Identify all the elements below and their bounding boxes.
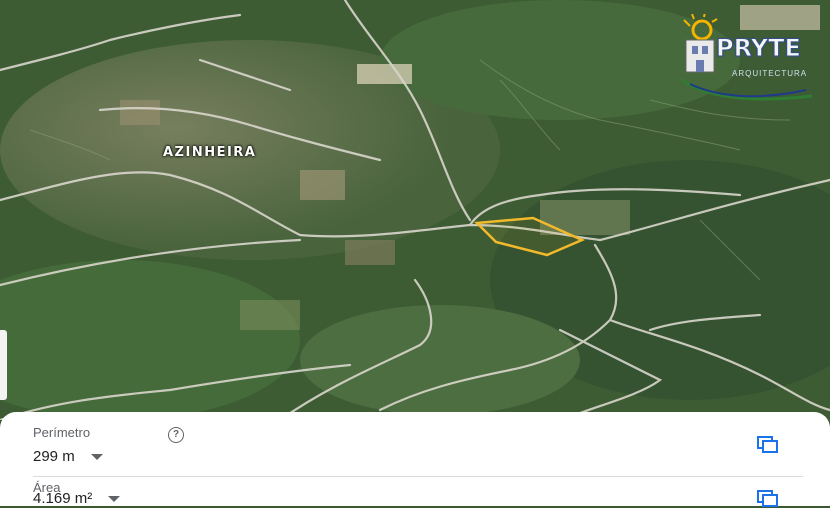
place-label: AZINHEIRA	[163, 145, 257, 160]
help-icon[interactable]: ?	[168, 427, 184, 443]
satellite-map[interactable]: AZINHEIRA PRYTE ARQUITECTURA	[0, 0, 830, 420]
chevron-down-icon	[108, 496, 121, 503]
area-value-dropdown[interactable]: 4.169 m²	[33, 490, 121, 507]
copy-icon[interactable]	[757, 490, 779, 508]
perimeter-label: Perímetro	[33, 425, 91, 440]
area-value: 4.169 m²	[33, 490, 93, 507]
measure-panel	[0, 412, 830, 506]
perimeter-value: 299 m	[33, 448, 75, 465]
perimeter-value-dropdown[interactable]: 299 m	[33, 448, 103, 465]
divider	[33, 476, 803, 477]
copy-icon[interactable]	[757, 436, 779, 454]
logo-text: PRYTE	[716, 34, 802, 63]
logo-subtext: ARQUITECTURA	[732, 69, 808, 78]
side-drag-handle[interactable]	[0, 330, 7, 400]
chevron-down-icon	[90, 454, 103, 461]
